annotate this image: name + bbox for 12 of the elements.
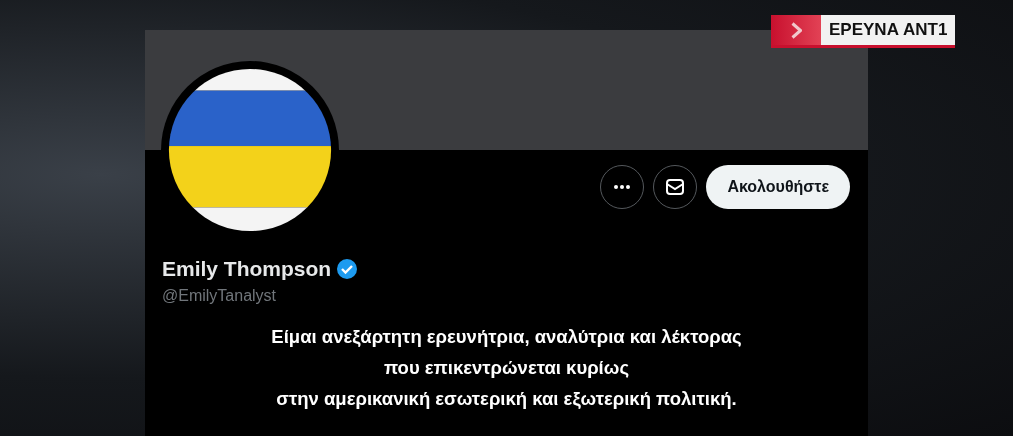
chevron-icon	[790, 21, 802, 39]
bio-caption: Είμαι ανεξάρτητη ερευνήτρια, αναλύτρια και λέκτορας	[271, 325, 742, 349]
more-icon	[613, 184, 632, 190]
bio-caption: που επικεντρώνεται κυρίως	[383, 356, 629, 380]
profile-name: Emily Thompson	[162, 257, 332, 281]
follow-button[interactable]: Ακολουθήστε	[706, 165, 850, 209]
envelope-icon	[665, 178, 686, 196]
profile-handle: @EmilyTanalyst	[162, 287, 278, 305]
more-button[interactable]	[600, 165, 645, 209]
channel-label: ΕΡΕΥΝΑ ΑΝΤ1	[828, 19, 949, 41]
message-button[interactable]	[653, 165, 698, 209]
bio-caption: στην αμερικανική εσωτερική και εξωτερική πολιτική.	[276, 387, 737, 411]
